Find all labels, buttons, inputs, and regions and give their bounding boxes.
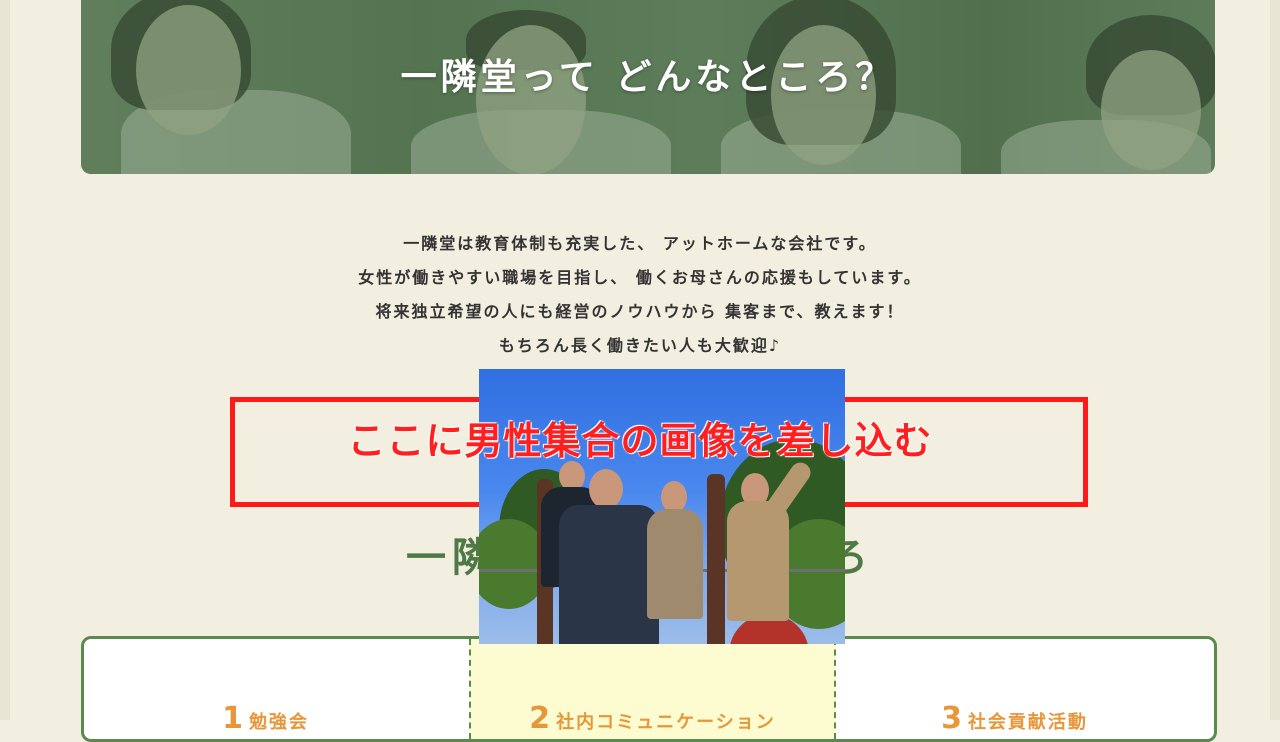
intro-line: 将来独立希望の人にも経営のノウハウから 集客まで、教えます！ — [375, 302, 905, 321]
hero-title: 一隣堂って どんなところ？ — [400, 57, 896, 98]
feature-cards: 1 勉強会 2 社内コミュニケーション 3 社会貢献活動 — [81, 636, 1217, 742]
feature-card-contribution[interactable]: 3 社会貢献活動 — [833, 639, 1196, 739]
card-label: 社会貢献活動 — [967, 712, 1088, 733]
feature-card-communication[interactable]: 2 社内コミュニケーション — [469, 639, 836, 739]
feature-card-study[interactable]: 1 勉強会 — [84, 639, 447, 739]
hero-banner: 一隣堂って どんなところ？ — [81, 0, 1215, 174]
card-number: 2 — [529, 701, 551, 736]
card-number: 1 — [222, 701, 243, 736]
intro-text: 一隣堂は教育体制も充実した、 アットホームな会社です。 女性が働きやすい職場を目… — [0, 232, 1280, 368]
intro-line: もちろん長く働きたい人も大歓迎♪ — [498, 336, 782, 355]
intro-line: 女性が働きやすい職場を目指し、 働くお母さんの応援もしています。 — [358, 268, 922, 287]
card-label: 社内コミュニケーション — [556, 712, 776, 733]
card-label: 勉強会 — [248, 712, 309, 733]
card-number: 3 — [941, 701, 962, 736]
placeholder-instruction: ここに男性集合の画像を差し込む — [347, 419, 933, 463]
intro-line: 一隣堂は教育体制も充実した、 アットホームな会社です。 — [403, 234, 877, 253]
